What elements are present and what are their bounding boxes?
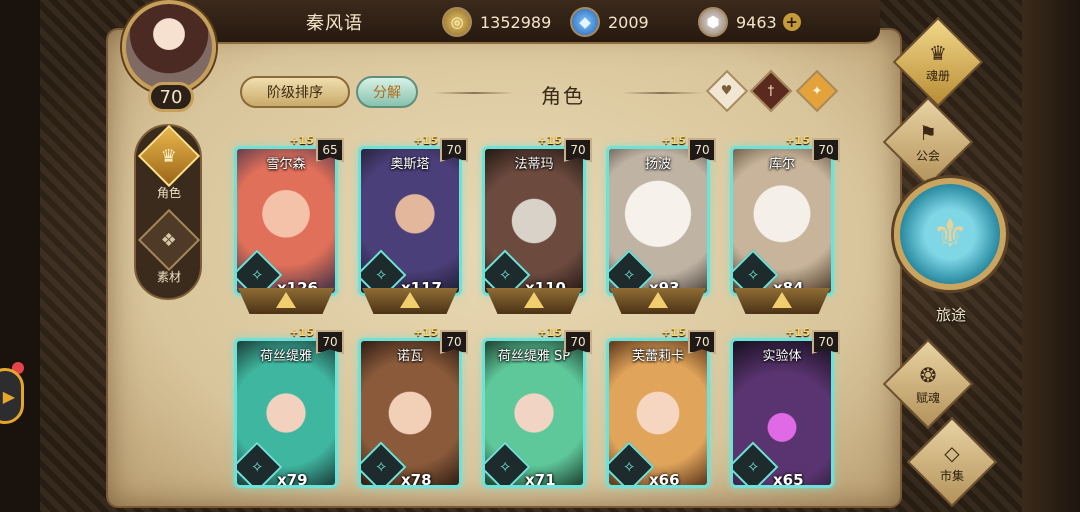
- material-icon: ❖: [137, 208, 201, 272]
- gem-icon: ◇: [944, 440, 960, 465]
- market-label: 市集: [939, 468, 964, 483]
- card-frame: 实验体 ✧ x65: [730, 338, 834, 488]
- character-card[interactable]: 实验体 ✧ x65 +15 70: [726, 326, 840, 508]
- journey-button[interactable]: ⚜ 旅途: [890, 178, 1012, 328]
- crystal-counter: ◆ 2009: [570, 6, 649, 38]
- sort-by-rank-button[interactable]: 阶级排序: [240, 76, 350, 108]
- card-frame: 诺瓦 ✧ x78: [358, 338, 462, 488]
- gold-counter: ◎ 1352989: [442, 6, 551, 38]
- ore-counter: ⬢ 9463 +: [698, 6, 801, 38]
- guild-label: 公会: [915, 148, 940, 163]
- card-base: [238, 288, 334, 314]
- shard-count: x78: [401, 471, 432, 488]
- card-frame: 荷丝缇雅 ✧ x79: [234, 338, 338, 488]
- card-frame: 法蒂玛 ✧ x110: [482, 146, 586, 296]
- shard-count: x66: [649, 471, 680, 488]
- soul-book-icon: ♛: [929, 40, 947, 65]
- player-name: 秦风语: [306, 13, 363, 34]
- shard-count: x79: [277, 471, 308, 488]
- journey-label: 旅途: [935, 306, 966, 324]
- bonus-label: +15: [289, 134, 314, 147]
- tab-materials[interactable]: ❖ 素材: [137, 208, 201, 292]
- journey-emblem-icon: ⚜: [894, 178, 1006, 290]
- card-frame: 扬波 ✧ x93: [606, 146, 710, 296]
- card-frame: 芙蕾莉卡 ✧ x66: [606, 338, 710, 488]
- player-avatar-area[interactable]: 70: [112, 0, 230, 118]
- left-edge: [0, 0, 40, 512]
- bonus-label: +15: [661, 326, 686, 339]
- heart-icon: ♥: [721, 83, 733, 99]
- bonus-label: +15: [785, 134, 810, 147]
- card-frame: 荷丝缇雅 SP ✧ x71: [482, 338, 586, 488]
- bonus-label: +15: [289, 326, 314, 339]
- bonus-label: +15: [537, 134, 562, 147]
- sword-icon: †: [767, 83, 775, 99]
- character-card[interactable]: 荷丝缇雅 ✧ x79 +15 70: [230, 326, 344, 508]
- soul-book-label: 魂册: [925, 68, 950, 83]
- add-ore-button[interactable]: +: [782, 13, 801, 31]
- bonus-label: +15: [413, 134, 438, 147]
- decompose-button[interactable]: 分解: [356, 76, 418, 108]
- shield-icon: ✦: [811, 83, 823, 99]
- bonus-label: +15: [537, 326, 562, 339]
- title-ornament-left: [434, 92, 514, 94]
- title-ornament-right: [622, 92, 702, 94]
- guild-icon: ⚑: [919, 120, 937, 145]
- soul-grant-label: 赋魂: [915, 390, 940, 405]
- gold-value: 1352989: [480, 12, 552, 32]
- card-base: [610, 288, 706, 314]
- card-frame: 雪尔森 ✧ x126: [234, 146, 338, 296]
- right-edge: [1022, 0, 1080, 512]
- character-card[interactable]: 荷丝缇雅 SP ✧ x71 +15 70: [478, 326, 592, 508]
- section-title: 角色: [541, 84, 585, 108]
- card-frame: 库尔 ✧ x84: [730, 146, 834, 296]
- character-card[interactable]: 扬波 ✧ x93 +15 70: [602, 134, 716, 316]
- player-level-badge: 70: [148, 82, 194, 112]
- category-tabs: ♛ 角色 ❖ 素材: [134, 124, 202, 300]
- character-card[interactable]: 雪尔森 ✧ x126 +15 65: [230, 134, 344, 316]
- bonus-label: +15: [785, 326, 810, 339]
- character-card[interactable]: 芙蕾莉卡 ✧ x66 +15 70: [602, 326, 716, 508]
- crystal-value: 2009: [608, 12, 649, 32]
- chevron-right-icon: ▶: [2, 386, 15, 406]
- guild-button[interactable]: ⚑ 公会: [882, 96, 974, 188]
- tab-characters[interactable]: ♛ 角色: [137, 124, 201, 208]
- card-frame: 奥斯塔 ✧ x117: [358, 146, 462, 296]
- card-base: [486, 288, 582, 314]
- soul-book-button[interactable]: ♛ 魂册: [892, 16, 984, 108]
- bonus-label: +15: [661, 134, 686, 147]
- character-card[interactable]: 诺瓦 ✧ x78 +15 70: [354, 326, 468, 508]
- character-card[interactable]: 法蒂玛 ✧ x110 +15 70: [478, 134, 592, 316]
- shard-count: x71: [525, 471, 556, 488]
- shard-count: x65: [773, 471, 804, 488]
- character-card[interactable]: 库尔 ✧ x84 +15 70: [726, 134, 840, 316]
- gold-coin-icon: ◎: [442, 7, 472, 37]
- market-button[interactable]: ◇ 市集: [906, 416, 998, 508]
- avatar[interactable]: [122, 0, 216, 94]
- character-card[interactable]: 奥斯塔 ✧ x117 +15 70: [354, 134, 468, 316]
- card-base: [362, 288, 458, 314]
- soul-grant-button[interactable]: ❂ 赋魂: [882, 338, 974, 430]
- ore-gem-icon: ⬢: [698, 7, 728, 37]
- card-base: [734, 288, 830, 314]
- blue-crystal-icon: ◆: [570, 7, 600, 37]
- bonus-label: +15: [413, 326, 438, 339]
- ore-value: 9463: [736, 12, 777, 32]
- character-icon: ♛: [137, 124, 201, 188]
- flame-icon: ❂: [919, 362, 937, 387]
- side-drawer-button[interactable]: ▶: [0, 368, 24, 424]
